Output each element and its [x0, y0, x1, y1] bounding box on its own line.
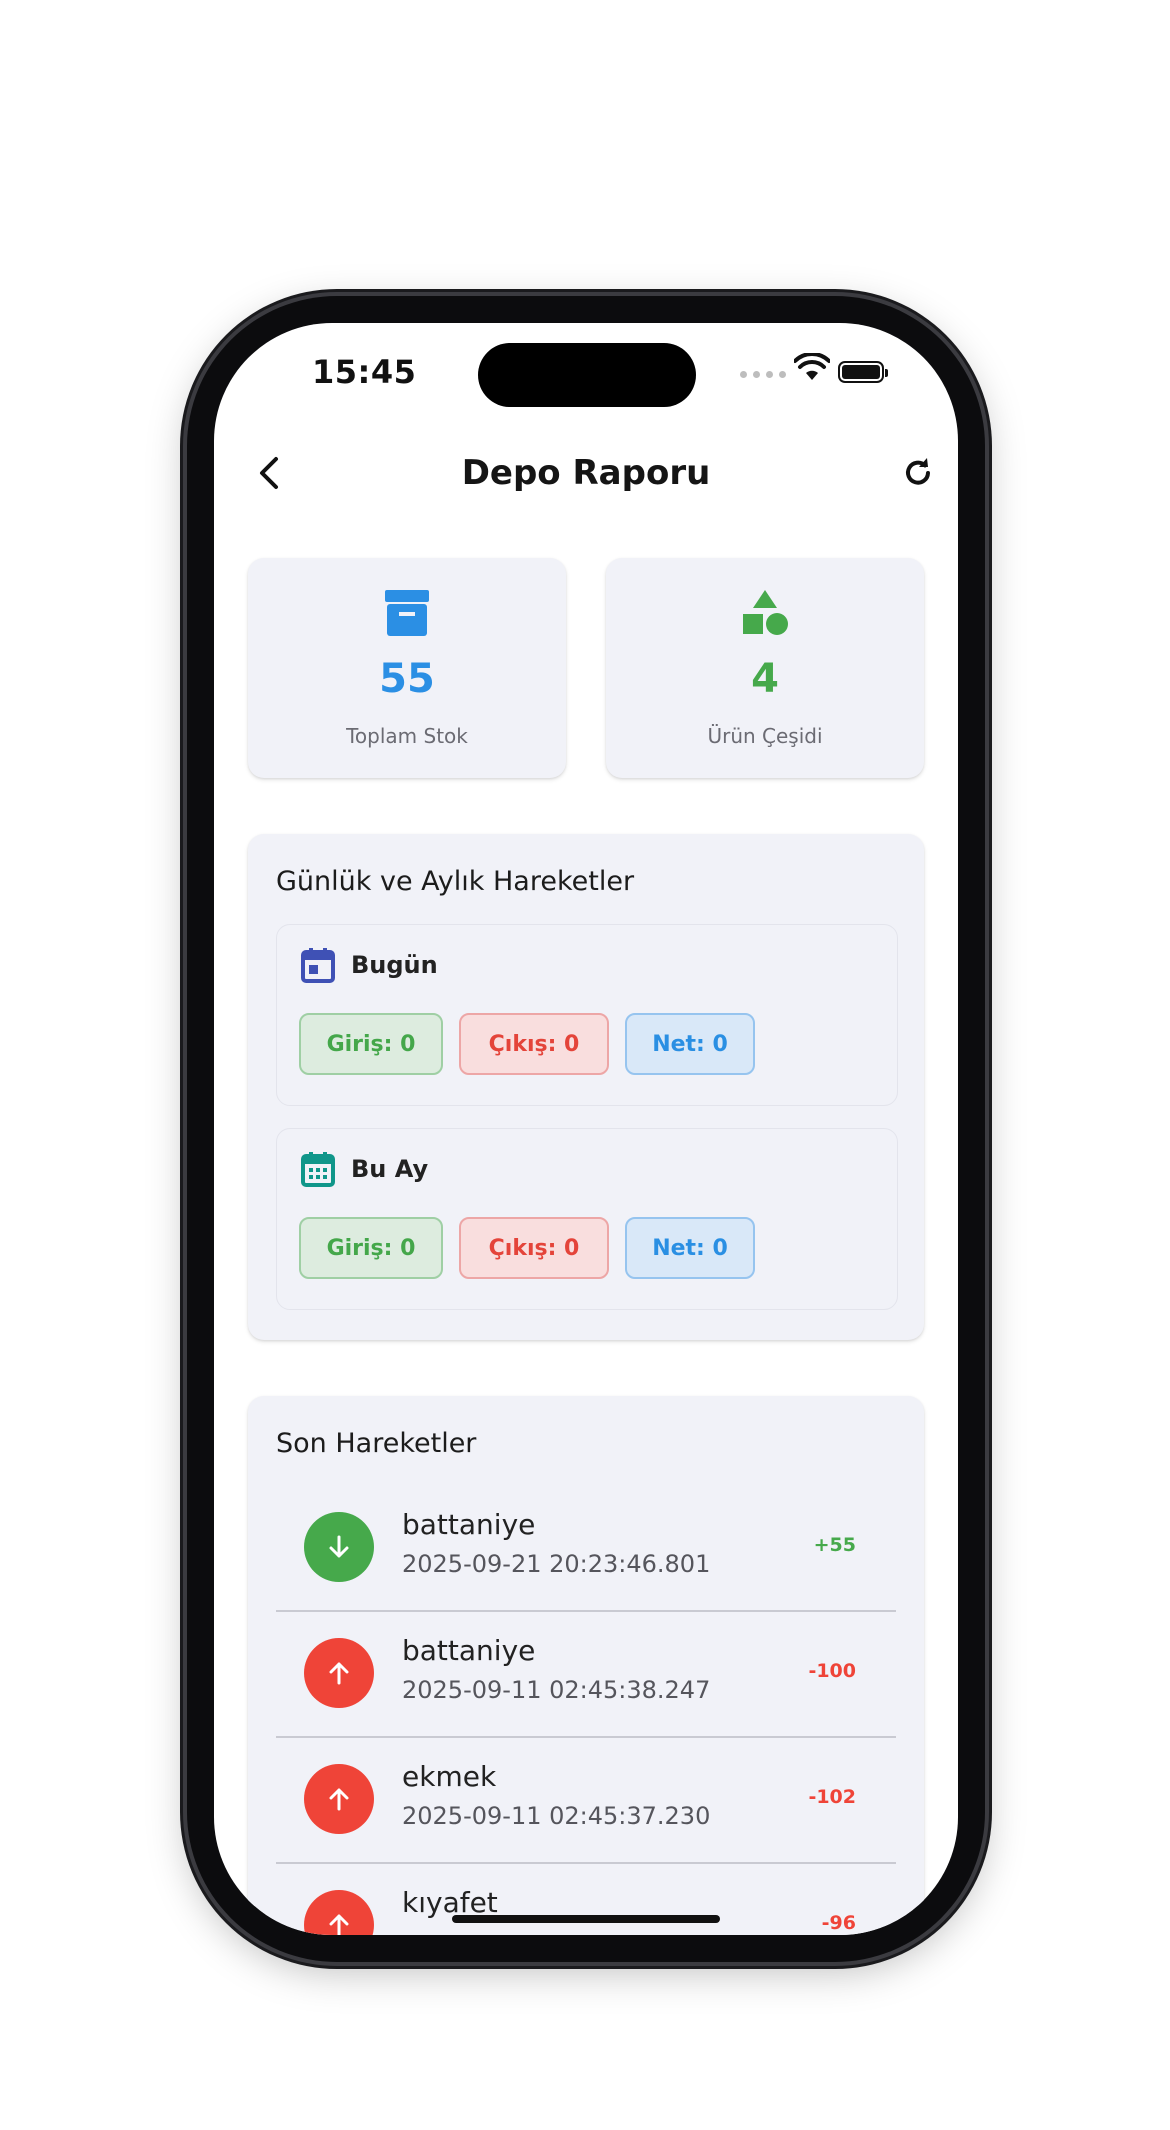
- cellular-signal-icon: [740, 371, 786, 378]
- movement-out-icon: [304, 1890, 374, 1935]
- month-in-chip: Giriş: 0: [299, 1217, 443, 1279]
- movement-quantity: -100: [808, 1660, 856, 1682]
- wifi-icon: [794, 353, 830, 380]
- total-stock-label: Toplam Stok: [346, 724, 468, 748]
- movement-product-name: battaniye: [402, 1508, 536, 1541]
- movement-product-name: battaniye: [402, 1634, 536, 1667]
- product-variety-value: 4: [751, 656, 779, 702]
- dynamic-island: [478, 343, 696, 407]
- battery-icon: [838, 361, 888, 383]
- recent-movements-card: Son Hareketler battaniye 2025-09-21 20:2…: [248, 1396, 924, 1935]
- month-out-chip: Çıkış: 0: [459, 1217, 609, 1279]
- movement-quantity: -102: [808, 1786, 856, 1808]
- refresh-icon[interactable]: [900, 455, 936, 491]
- movement-in-icon: [304, 1512, 374, 1582]
- status-time: 15:45: [312, 353, 417, 391]
- list-item[interactable]: kıyafet -96: [276, 1864, 896, 1935]
- calendar-month-icon: [301, 1152, 335, 1187]
- shapes-icon: [743, 590, 788, 635]
- list-item[interactable]: ekmek 2025-09-11 02:45:37.230 -102: [276, 1738, 896, 1864]
- total-stock-card: 55 Toplam Stok: [248, 558, 566, 778]
- month-net-chip: Net: 0: [625, 1217, 755, 1279]
- product-variety-card: 4 Ürün Çeşidi: [606, 558, 924, 778]
- home-indicator[interactable]: [452, 1915, 720, 1923]
- page-title: Depo Raporu: [461, 453, 711, 493]
- total-stock-value: 55: [379, 656, 435, 702]
- today-net-chip: Net: 0: [625, 1013, 755, 1075]
- movement-date: 2025-09-11 02:45:37.230: [402, 1802, 711, 1830]
- period-movements-card: Günlük ve Aylık Hareketler Bugün Giriş: …: [248, 834, 924, 1340]
- archive-box-icon: [385, 590, 429, 636]
- movement-out-icon: [304, 1764, 374, 1834]
- phone-screen: 15:45 Depo Raporu 55 Toplam Stok 4 Ürün …: [214, 323, 958, 1935]
- period-this-month: Bu Ay Giriş: 0 Çıkış: 0 Net: 0: [276, 1128, 898, 1310]
- today-in-chip: Giriş: 0: [299, 1013, 443, 1075]
- recent-movements-title: Son Hareketler: [276, 1428, 477, 1459]
- period-today-label: Bugün: [351, 951, 438, 979]
- movement-product-name: ekmek: [402, 1760, 497, 1793]
- movement-quantity: -96: [821, 1912, 856, 1934]
- period-movements-title: Günlük ve Aylık Hareketler: [276, 866, 635, 897]
- movement-quantity: +55: [813, 1534, 856, 1556]
- period-today: Bugün Giriş: 0 Çıkış: 0 Net: 0: [276, 924, 898, 1106]
- movement-out-icon: [304, 1638, 374, 1708]
- calendar-today-icon: [301, 948, 335, 983]
- today-out-chip: Çıkış: 0: [459, 1013, 609, 1075]
- product-variety-label: Ürün Çeşidi: [707, 724, 823, 748]
- movement-date: 2025-09-11 02:45:38.247: [402, 1676, 711, 1704]
- list-item[interactable]: battaniye 2025-09-21 20:23:46.801 +55: [276, 1486, 896, 1612]
- list-item[interactable]: battaniye 2025-09-11 02:45:38.247 -100: [276, 1612, 896, 1738]
- period-month-label: Bu Ay: [351, 1155, 429, 1183]
- movement-date: 2025-09-21 20:23:46.801: [402, 1550, 711, 1578]
